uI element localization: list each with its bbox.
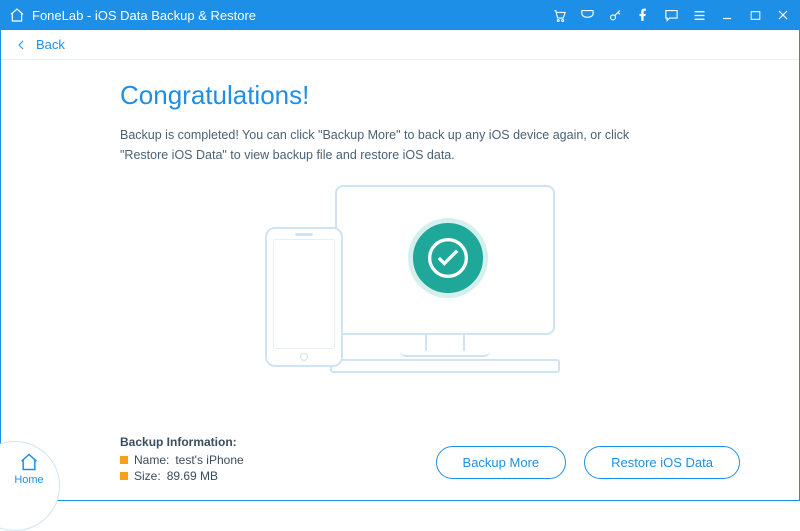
facebook-icon[interactable] [634, 6, 652, 24]
bullet-icon [120, 456, 128, 464]
size-label: Size: [134, 469, 161, 483]
back-row: Back [0, 30, 800, 60]
titlebar-controls [550, 6, 792, 24]
success-illustration [235, 185, 565, 375]
name-label: Name: [134, 453, 169, 467]
restore-ios-data-button[interactable]: Restore iOS Data [584, 446, 740, 479]
phone-shape [265, 227, 343, 367]
page-heading: Congratulations! [120, 80, 680, 111]
backup-info-name: Name: test's iPhone [120, 453, 436, 467]
home-icon [8, 6, 26, 24]
keyboard-shape [330, 359, 560, 373]
backup-info-size: Size: 89.69 MB [120, 469, 436, 483]
app-title: FoneLab - iOS Data Backup & Restore [32, 8, 550, 23]
cart-icon[interactable] [550, 6, 568, 24]
key-icon[interactable] [606, 6, 624, 24]
page-description: Backup is completed! You can click "Back… [120, 125, 680, 165]
name-value: test's iPhone [175, 453, 243, 467]
backup-info: Backup Information: Name: test's iPhone … [120, 435, 436, 485]
back-arrow-icon [14, 39, 30, 51]
bullet-icon [120, 472, 128, 480]
feedback-icon[interactable] [662, 6, 680, 24]
monitor-base-shape [400, 351, 490, 357]
backup-info-title: Backup Information: [120, 435, 436, 449]
back-button[interactable]: Back [14, 37, 65, 52]
maximize-icon[interactable] [746, 6, 764, 24]
close-icon[interactable] [774, 6, 792, 24]
home-icon [19, 452, 39, 472]
size-value: 89.69 MB [167, 469, 218, 483]
action-buttons: Backup More Restore iOS Data [436, 446, 740, 479]
menu-icon[interactable] [690, 6, 708, 24]
register-icon[interactable] [578, 6, 596, 24]
main-content: Congratulations! Backup is completed! Yo… [0, 60, 800, 375]
minimize-icon[interactable] [718, 6, 736, 24]
footer: Backup Information: Name: test's iPhone … [0, 435, 800, 485]
titlebar: FoneLab - iOS Data Backup & Restore [0, 0, 800, 30]
home-label: Home [14, 474, 43, 486]
checkmark-icon [408, 218, 488, 298]
monitor-stand-shape [425, 335, 465, 351]
back-label: Back [36, 37, 65, 52]
backup-more-button[interactable]: Backup More [436, 446, 567, 479]
